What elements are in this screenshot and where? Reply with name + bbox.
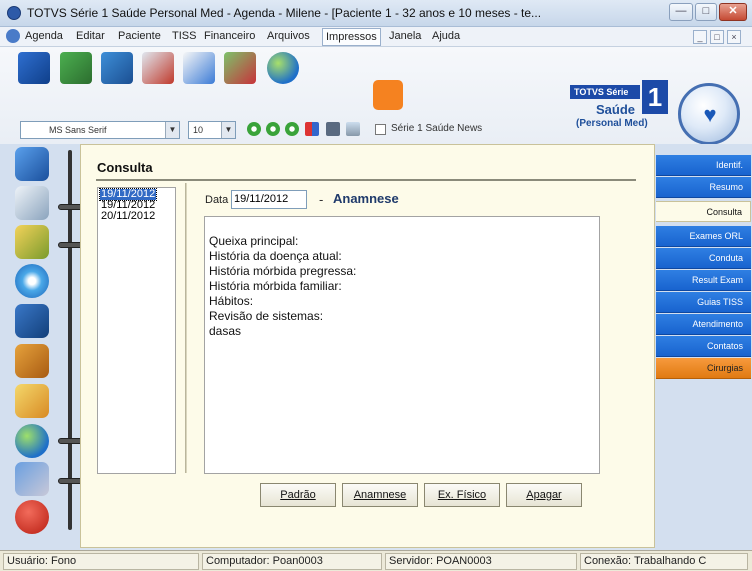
system-menu-icon[interactable] (6, 29, 20, 43)
notes-line: dasas (209, 324, 242, 338)
calendar-icon[interactable] (15, 225, 49, 259)
book-icon[interactable] (101, 52, 133, 84)
font-size-value: 10 (193, 125, 204, 135)
anamnese-button[interactable]: Anamnese (342, 483, 418, 507)
right-tabs: Identif. Resumo Consulta Exames ORL Cond… (655, 144, 752, 554)
exit-icon[interactable] (15, 500, 49, 534)
format-icon[interactable] (326, 122, 340, 136)
mdi-restore-button[interactable]: □ (710, 30, 724, 44)
minimize-button[interactable]: — (669, 3, 693, 21)
phone-icon[interactable] (15, 304, 49, 338)
status-connection: Conexão: Trabalhando C (580, 553, 748, 570)
news-checkbox-label: Série 1 Saúde News (391, 123, 483, 134)
lab-flask-icon[interactable] (142, 52, 174, 84)
globe-icon[interactable] (267, 52, 299, 84)
notes-line: Revisão de sistemas: (209, 309, 324, 323)
save-icon[interactable] (15, 147, 49, 181)
agenda-icon[interactable] (18, 52, 50, 84)
date-list[interactable]: 19/11/2012 19/11/2012 20/11/2012 (97, 187, 176, 474)
tab-cirurgias[interactable]: Cirurgias (656, 358, 751, 379)
menu-janela[interactable]: Janela (389, 30, 421, 42)
green-circle-icon[interactable] (285, 122, 299, 136)
heart-logo: ♥ (678, 83, 740, 145)
vertical-divider (185, 183, 187, 473)
brand-line1: Saúde (596, 102, 636, 117)
menu-paciente[interactable]: Paciente (118, 30, 161, 42)
pencil-icon[interactable] (15, 462, 49, 496)
tab-result-exam[interactable]: Result Exam (656, 270, 751, 291)
tab-atendimento[interactable]: Atendimento (656, 314, 751, 335)
menu-tiss[interactable]: TISS (172, 30, 196, 42)
status-user: Usuário: Fono (3, 553, 199, 570)
book-icon[interactable] (15, 344, 49, 378)
date-list-item[interactable]: 20/11/2012 (100, 211, 156, 222)
notes-line: História da doença atual: (209, 249, 342, 263)
heart-icon: ♥ (703, 102, 717, 127)
delete-button[interactable]: Apagar (506, 483, 582, 507)
news-checkbox[interactable] (375, 124, 386, 135)
green-circle-icon[interactable] (266, 122, 280, 136)
notes-line: Queixa principal: (209, 234, 299, 248)
notes-line: História mórbida pregressa: (209, 264, 357, 278)
menu-impressos[interactable]: Impressos (322, 28, 381, 46)
chevron-down-icon[interactable]: ▼ (221, 122, 235, 138)
color-grid-icon[interactable] (305, 122, 319, 136)
status-server: Servidor: POAN0003 (385, 553, 577, 570)
notebook-icon[interactable] (15, 186, 49, 220)
tab-conduta[interactable]: Conduta (656, 248, 751, 269)
address-book-icon[interactable] (15, 384, 49, 418)
title-divider (96, 179, 636, 181)
brand-logo: TOTVS Série 1 Saúde (Personal Med) (560, 80, 672, 138)
globe-icon[interactable] (15, 424, 49, 458)
physical-exam-button[interactable]: Ex. Físico (424, 483, 500, 507)
menu-financeiro[interactable]: Financeiro (204, 30, 255, 42)
title-bar: TOTVS Série 1 Saúde Personal Med - Agend… (0, 0, 752, 27)
tab-exames-orl[interactable]: Exames ORL (656, 226, 751, 247)
notes-line: Hábitos: (209, 294, 254, 308)
menu-agenda[interactable]: Agenda (25, 30, 63, 42)
notes-icon[interactable] (183, 52, 215, 84)
close-button[interactable]: ✕ (719, 3, 747, 21)
menu-editar[interactable]: Editar (76, 30, 105, 42)
table-icon[interactable] (346, 122, 360, 136)
window-title: TOTVS Série 1 Saúde Personal Med - Agend… (27, 6, 542, 20)
maximize-button[interactable]: □ (695, 3, 717, 21)
date-field[interactable]: 19/11/2012 (231, 190, 307, 209)
mdi-minimize-button[interactable]: _ (693, 30, 707, 44)
status-bar: Usuário: Fono Computador: Poan0003 Servi… (0, 550, 752, 571)
tab-contatos[interactable]: Contatos (656, 336, 751, 357)
green-circle-icon[interactable] (247, 122, 261, 136)
brand-tag: TOTVS Série (570, 85, 640, 99)
tab-consulta[interactable]: Consulta (656, 201, 751, 222)
status-computer: Computador: Poan0003 (202, 553, 382, 570)
app-icon[interactable] (7, 6, 21, 20)
menu-arquivos[interactable]: Arquivos (267, 30, 310, 42)
mdi-close-button[interactable]: × (727, 30, 741, 44)
title-dash: - (319, 192, 324, 207)
brand-number: 1 (642, 80, 668, 114)
brand-line2: (Personal Med) (576, 118, 648, 129)
disc-icon[interactable] (15, 264, 49, 298)
menu-ajuda[interactable]: Ajuda (432, 30, 460, 42)
default-button[interactable]: Padrão (260, 483, 336, 507)
tab-resumo[interactable]: Resumo (656, 177, 751, 198)
notes-line: História mórbida familiar: (209, 279, 342, 293)
date-label: Data (205, 194, 229, 206)
font-size-select[interactable]: 10 ▼ (188, 121, 236, 139)
tab-guias-tiss[interactable]: Guias TISS (656, 292, 751, 313)
anamnese-title: Anamnese (333, 191, 399, 206)
font-name-select[interactable]: MS Sans Serif ▼ (20, 121, 180, 139)
rss-icon[interactable] (373, 80, 403, 110)
anamnese-textarea[interactable]: Queixa principal: História da doença atu… (204, 216, 600, 474)
chevron-down-icon[interactable]: ▼ (165, 122, 179, 138)
patients-icon[interactable] (60, 52, 92, 84)
section-title: Consulta (97, 160, 153, 175)
tab-identif[interactable]: Identif. (656, 155, 751, 176)
pharmacy-icon[interactable] (224, 52, 256, 84)
font-name-value: MS Sans Serif (49, 125, 107, 135)
menu-bar: Agenda Editar Paciente TISS Financeiro A… (0, 27, 752, 47)
